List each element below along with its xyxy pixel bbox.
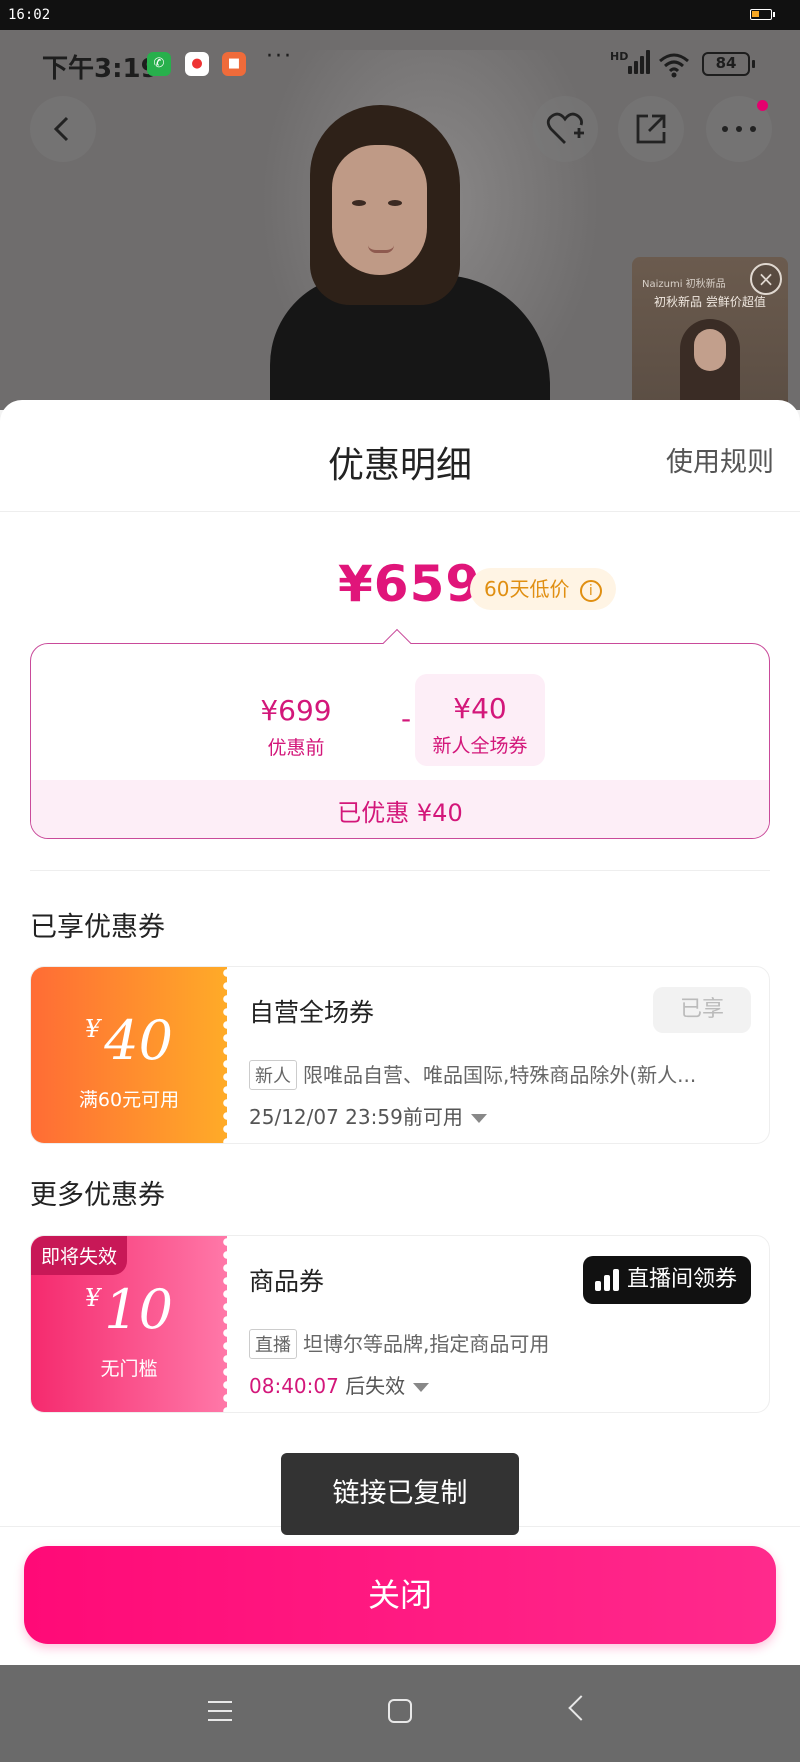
- back-button[interactable]: [30, 96, 96, 162]
- coupon-chip: 新人: [249, 1060, 297, 1090]
- final-price: ¥659: [338, 555, 482, 613]
- link-copied-toast: 链接已复制: [281, 1453, 519, 1535]
- more-options-button[interactable]: [706, 96, 772, 162]
- live-stream-thumbnail[interactable]: Naizumi 初秋新品 初秋新品 尝鲜价超值 ×: [632, 257, 788, 417]
- discount-amount: ¥40: [453, 692, 507, 725]
- coupon-name: 商品券: [249, 1267, 325, 1296]
- used-coupons-heading: 已享优惠券: [30, 912, 165, 943]
- expand-triangle-icon: [413, 1383, 430, 1392]
- share-button[interactable]: [618, 96, 684, 162]
- coupon-description: 直播 坦博尔等品牌,指定商品可用: [249, 1328, 749, 1359]
- coupon-validity[interactable]: 08:40:07 后失效: [249, 1370, 430, 1399]
- device-battery-icon: [750, 9, 775, 20]
- low-price-tag[interactable]: 60天低价 i: [470, 568, 616, 610]
- product-model-image: [270, 105, 570, 410]
- share-icon: [636, 114, 666, 144]
- device-status-bar: 16:02: [0, 0, 800, 30]
- original-amount: ¥699: [260, 694, 332, 727]
- price-calculation-box: ¥699 优惠前 - ¥40 新人全场券 已优惠 ¥40: [30, 643, 770, 839]
- phone-battery-icon: 84: [702, 52, 755, 76]
- discount-item: ¥40 新人全场券: [415, 674, 545, 766]
- discount-detail-sheet: 优惠明细 使用规则 ¥659 60天低价 i ¥699 优惠前 - ¥40 新人…: [0, 400, 800, 1665]
- add-favorite-button[interactable]: [532, 96, 598, 162]
- minus-sign: -: [401, 702, 412, 735]
- live-thumb-brand: Naizumi 初秋新品: [642, 279, 726, 290]
- original-price: ¥699 优惠前: [241, 694, 351, 760]
- heart-plus-icon: [546, 112, 584, 144]
- expiring-soon-tag: 即将失效: [31, 1236, 128, 1275]
- close-button[interactable]: 关闭: [24, 1546, 776, 1644]
- claim-in-live-button[interactable]: 直播间领券: [582, 1256, 751, 1304]
- coupon-condition: 无门槛: [100, 1358, 158, 1380]
- coupon-value-panel: ¥40 满60元可用: [31, 967, 233, 1143]
- coupon-value: ¥10: [85, 1278, 173, 1341]
- close-live-thumb-icon[interactable]: ×: [750, 263, 782, 295]
- coupon-value: ¥40: [85, 1009, 173, 1072]
- divider: [30, 870, 770, 871]
- coupon-validity[interactable]: 25/12/07 23:59前可用: [249, 1101, 487, 1130]
- map-app-icon: ●: [185, 52, 209, 76]
- live-bars-icon: [594, 1269, 621, 1291]
- phone-call-icon: ✆: [147, 52, 171, 76]
- system-navigation-bar: [0, 1665, 800, 1762]
- phone-clock: 下午3:19: [42, 54, 159, 84]
- total-saved: 已优惠 ¥40: [337, 799, 463, 827]
- phone-status-bar: 下午3:19 ✆ ● ■ ··· HD 84: [0, 30, 800, 98]
- device-time: 16:02: [8, 7, 51, 23]
- coupon-card-store-wide[interactable]: ¥40 满60元可用 自营全场券 新人 限唯品自营、唯品国际,特殊商品除外(新人.…: [30, 966, 770, 1144]
- more-coupons-heading: 更多优惠券: [30, 1180, 165, 1211]
- used-badge: 已享: [653, 987, 751, 1033]
- notification-dot: [757, 100, 768, 111]
- more-notifications-icon: ···: [266, 44, 293, 69]
- live-thumb-title: 初秋新品 尝鲜价超值: [654, 295, 766, 309]
- coupon-card-product[interactable]: ¥10 无门槛 即将失效 商品券 直播 坦博尔等品牌,指定商品可用 08:40:0…: [30, 1235, 770, 1413]
- usage-rules-link[interactable]: 使用规则: [666, 440, 774, 479]
- back-icon[interactable]: [568, 1695, 594, 1721]
- info-icon: i: [579, 579, 602, 602]
- expand-triangle-icon: [470, 1114, 487, 1123]
- signal-icon: [618, 48, 650, 74]
- store-app-icon: ■: [222, 52, 246, 76]
- chevron-left-icon: [53, 116, 69, 142]
- claim-in-live-label: 直播间领券: [626, 1267, 737, 1292]
- coupon-description: 新人 限唯品自营、唯品国际,特殊商品除外(新人...: [249, 1059, 749, 1090]
- discount-label: 新人全场券: [432, 735, 528, 757]
- low-price-label: 60天低价: [484, 577, 570, 601]
- coupon-condition: 满60元可用: [78, 1089, 180, 1111]
- wifi-icon: [658, 52, 690, 78]
- menu-icon[interactable]: [208, 1701, 232, 1721]
- coupon-name: 自营全场券: [249, 998, 375, 1027]
- sheet-header: 优惠明细 使用规则: [0, 400, 800, 512]
- coupon-chip: 直播: [249, 1329, 297, 1359]
- more-dots-icon: [722, 126, 756, 132]
- countdown-timer: 08:40:07: [249, 1374, 339, 1398]
- original-label: 优惠前: [267, 737, 325, 759]
- home-icon[interactable]: [388, 1699, 412, 1723]
